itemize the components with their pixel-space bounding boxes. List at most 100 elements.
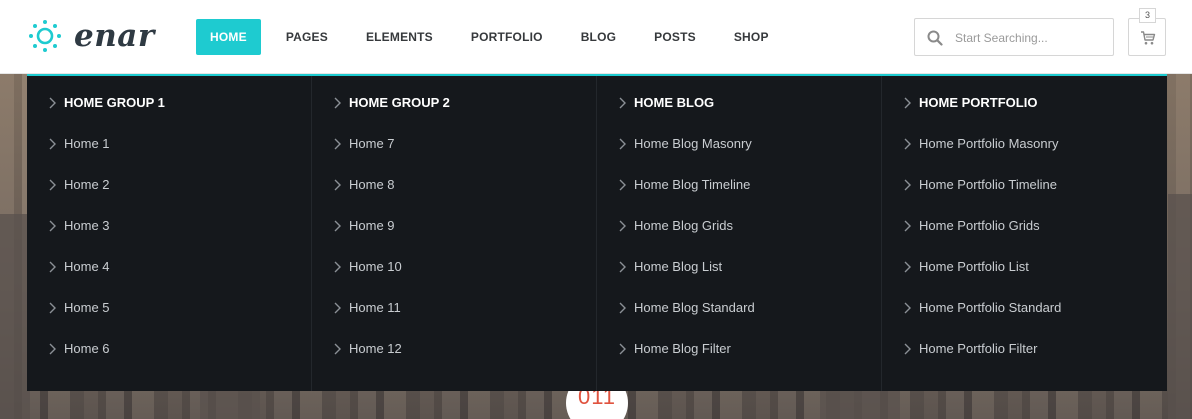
- mega-menu-link-label: Home Blog Filter: [634, 341, 731, 356]
- chevron-right-icon: [902, 259, 914, 275]
- mega-menu-heading-label: HOME BLOG: [634, 95, 715, 110]
- mega-menu-link-label: Home Blog Grids: [634, 218, 733, 233]
- mega-menu-link[interactable]: Home 2: [27, 177, 311, 218]
- main-nav: HOME PAGES ELEMENTS PORTFOLIO BLOG POSTS…: [196, 19, 794, 55]
- chevron-right-icon: [902, 95, 914, 111]
- mega-menu-heading[interactable]: HOME GROUP 1: [27, 95, 311, 136]
- mega-menu-link-label: Home Portfolio Standard: [919, 300, 1062, 315]
- cart-count-badge: 3: [1139, 8, 1156, 23]
- mega-menu-heading-label: HOME PORTFOLIO: [919, 95, 1038, 110]
- mega-menu-link[interactable]: Home 12: [312, 341, 596, 382]
- chevron-right-icon: [47, 136, 59, 152]
- mega-menu-heading[interactable]: HOME GROUP 2: [312, 95, 596, 136]
- nav-shop[interactable]: SHOP: [721, 19, 782, 55]
- search-input[interactable]: [955, 28, 1105, 48]
- chevron-right-icon: [332, 177, 344, 193]
- mega-menu-link-label: Home 5: [64, 300, 110, 315]
- mega-menu-link[interactable]: Home 8: [312, 177, 596, 218]
- chevron-right-icon: [902, 136, 914, 152]
- mega-menu-link[interactable]: Home Portfolio Timeline: [882, 177, 1167, 218]
- mega-menu-link-label: Home 1: [64, 136, 110, 151]
- mega-menu-link[interactable]: Home Blog Grids: [597, 218, 881, 259]
- cart-button[interactable]: [1128, 18, 1166, 56]
- mega-menu-link-label: Home 10: [349, 259, 402, 274]
- mega-menu-link-label: Home 6: [64, 341, 110, 356]
- chevron-right-icon: [617, 136, 629, 152]
- mega-menu-link-label: Home 2: [64, 177, 110, 192]
- nav-posts[interactable]: POSTS: [641, 19, 709, 55]
- logo[interactable]: enar: [28, 18, 155, 54]
- mega-menu-link[interactable]: Home 6: [27, 341, 311, 382]
- home-mega-menu: HOME GROUP 1 Home 1 Home 2 Home 3 Home 4 Home…: [27, 74, 1167, 391]
- mega-menu-link[interactable]: Home 5: [27, 300, 311, 341]
- chevron-right-icon: [617, 300, 629, 316]
- mega-menu-link-label: Home Portfolio List: [919, 259, 1029, 274]
- chevron-right-icon: [902, 300, 914, 316]
- chevron-right-icon: [332, 136, 344, 152]
- mega-menu-link-label: Home Portfolio Timeline: [919, 177, 1057, 192]
- site-header: enar HOME PAGES ELEMENTS PORTFOLIO BLOG …: [0, 0, 1192, 74]
- mega-menu-link-label: Home Blog Timeline: [634, 177, 751, 192]
- mega-menu-link-label: Home 7: [349, 136, 395, 151]
- nav-home[interactable]: HOME: [196, 19, 261, 55]
- sun-logo-icon: [29, 20, 61, 52]
- mega-menu-link[interactable]: Home 4: [27, 259, 311, 300]
- mega-menu-link-label: Home 12: [349, 341, 402, 356]
- mega-menu-column: HOME PORTFOLIO Home Portfolio Masonry Home…: [882, 76, 1167, 391]
- chevron-right-icon: [902, 341, 914, 357]
- chevron-right-icon: [902, 177, 914, 193]
- mega-menu-link[interactable]: Home Portfolio Grids: [882, 218, 1167, 259]
- mega-menu-column: HOME GROUP 2 Home 7 Home 8 Home 9 Home 10 Hom…: [312, 76, 597, 391]
- mega-menu-link-label: Home 8: [349, 177, 395, 192]
- nav-portfolio[interactable]: PORTFOLIO: [458, 19, 556, 55]
- chevron-right-icon: [47, 218, 59, 234]
- chevron-right-icon: [47, 341, 59, 357]
- chevron-right-icon: [47, 259, 59, 275]
- mega-menu-link[interactable]: Home 11: [312, 300, 596, 341]
- mega-menu-link[interactable]: Home Blog Timeline: [597, 177, 881, 218]
- mega-menu-heading-label: HOME GROUP 1: [64, 95, 165, 110]
- mega-menu-link[interactable]: Home 1: [27, 136, 311, 177]
- mega-menu-column: HOME GROUP 1 Home 1 Home 2 Home 3 Home 4 Home…: [27, 76, 312, 391]
- chevron-right-icon: [47, 177, 59, 193]
- search-box: [914, 18, 1114, 56]
- chevron-right-icon: [617, 259, 629, 275]
- mega-menu-link[interactable]: Home Portfolio Filter: [882, 341, 1167, 382]
- chevron-right-icon: [902, 218, 914, 234]
- mega-menu-heading[interactable]: HOME BLOG: [597, 95, 881, 136]
- mega-menu-link-label: Home Blog Standard: [634, 300, 755, 315]
- mega-menu-link-label: Home 11: [349, 300, 401, 315]
- nav-pages[interactable]: PAGES: [273, 19, 341, 55]
- mega-menu-link[interactable]: Home Portfolio Standard: [882, 300, 1167, 341]
- mega-menu-link[interactable]: Home 9: [312, 218, 596, 259]
- chevron-right-icon: [47, 300, 59, 316]
- mega-menu-link[interactable]: Home Blog Standard: [597, 300, 881, 341]
- chevron-right-icon: [332, 341, 344, 357]
- mega-menu-link-label: Home 9: [349, 218, 395, 233]
- mega-menu-link[interactable]: Home 7: [312, 136, 596, 177]
- mega-menu-link[interactable]: Home 10: [312, 259, 596, 300]
- search-icon[interactable]: [927, 30, 943, 46]
- nav-elements[interactable]: ELEMENTS: [353, 19, 446, 55]
- chevron-right-icon: [332, 218, 344, 234]
- mega-menu-link[interactable]: Home Portfolio List: [882, 259, 1167, 300]
- chevron-right-icon: [617, 218, 629, 234]
- chevron-right-icon: [617, 177, 629, 193]
- nav-blog[interactable]: BLOG: [568, 19, 629, 55]
- mega-menu-link[interactable]: Home Portfolio Masonry: [882, 136, 1167, 177]
- mega-menu-link-label: Home 3: [64, 218, 110, 233]
- mega-menu-link-label: Home Portfolio Masonry: [919, 136, 1059, 151]
- mega-menu-heading[interactable]: HOME PORTFOLIO: [882, 95, 1167, 136]
- chevron-right-icon: [332, 259, 344, 275]
- mega-menu-link[interactable]: Home Blog Masonry: [597, 136, 881, 177]
- mega-menu-link-label: Home 4: [64, 259, 110, 274]
- mega-menu-link-label: Home Blog List: [634, 259, 723, 274]
- mega-menu-link-label: Home Blog Masonry: [634, 136, 752, 151]
- chevron-right-icon: [332, 95, 344, 111]
- mega-menu-link[interactable]: Home Blog List: [597, 259, 881, 300]
- mega-menu-link[interactable]: Home 3: [27, 218, 311, 259]
- mega-menu-link-label: Home Portfolio Grids: [919, 218, 1040, 233]
- chevron-right-icon: [617, 95, 629, 111]
- mega-menu-link[interactable]: Home Blog Filter: [597, 341, 881, 382]
- cart-icon: [1141, 31, 1156, 45]
